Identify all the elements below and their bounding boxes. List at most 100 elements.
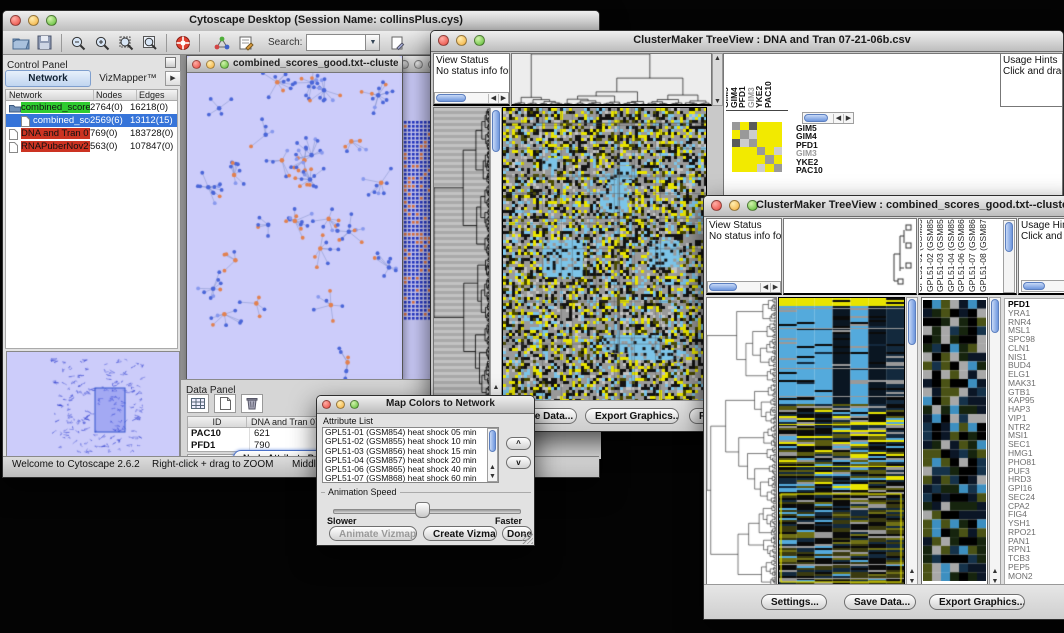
new-attribute-icon[interactable] (214, 394, 236, 413)
gene-label[interactable]: RPN1 (1008, 544, 1064, 553)
tv1-heatmap[interactable] (503, 108, 706, 402)
create-vizmap-button[interactable]: Create Vizmap (423, 526, 497, 541)
attribute-list[interactable]: GPL51-01 (GSM854) heat shock 05 minGPL51… (322, 427, 499, 483)
animate-vizmap-button[interactable]: Animate Vizmap (329, 526, 417, 541)
frame-close-button[interactable] (192, 60, 201, 69)
tab-network[interactable]: Network (5, 70, 91, 87)
gene-label[interactable]: KAP95 (1008, 395, 1064, 404)
gene-label[interactable]: GPI16 (1008, 483, 1064, 492)
gene-label[interactable]: TCB3 (1008, 553, 1064, 562)
gene-label[interactable]: PUF3 (1008, 466, 1064, 475)
resize-grip[interactable] (522, 533, 533, 544)
gene-label[interactable]: PAN1 (1008, 536, 1064, 545)
save-button[interactable] (33, 33, 57, 53)
close-button[interactable] (10, 15, 21, 26)
float-panel-icon[interactable] (165, 57, 176, 68)
cytoscape-titlebar[interactable]: Cytoscape Desktop (Session Name: collins… (3, 11, 599, 32)
gene-label[interactable]: FIG4 (1008, 509, 1064, 518)
tv1-export-graphics-button[interactable]: Export Graphics... (585, 408, 679, 424)
tv1-row-dendrogram[interactable] (434, 108, 489, 402)
tv2-collabel-vscrollbar[interactable] (1003, 220, 1015, 293)
gene-label[interactable]: YSH1 (1008, 518, 1064, 527)
gene-label[interactable]: MSI1 (1008, 430, 1064, 439)
tv2-global-vscrollbar[interactable]: ▲ ▼ (906, 297, 918, 587)
gene-label[interactable]: RNR4 (1008, 317, 1064, 326)
gene-label[interactable]: CLN1 (1008, 343, 1064, 352)
gene-label[interactable]: HAP3 (1008, 404, 1064, 413)
tv2-hints-hscrollbar[interactable] (1021, 280, 1064, 292)
search-dropdown-arrow[interactable]: ▼ (366, 34, 380, 51)
gene-label[interactable]: YRA1 (1008, 308, 1064, 317)
plugin-network-icon[interactable] (210, 33, 234, 53)
tv1-dendro-scroll-strip[interactable]: ▲▼ (712, 53, 723, 106)
tv2-global-heatmap[interactable] (779, 298, 904, 586)
gene-label[interactable]: MSL1 (1008, 325, 1064, 334)
network-overview-canvas[interactable] (7, 352, 177, 456)
attribute-list-item[interactable]: GPL51-07 (GSM868) heat shock 60 min (323, 474, 498, 483)
tv2-column-dendrogram-pane[interactable] (783, 218, 917, 295)
network-row[interactable]: combined_sco2569(6)13112(15) (6, 114, 177, 127)
move-down-button[interactable]: v (506, 456, 531, 469)
minimize-button[interactable] (336, 400, 345, 409)
network-frame-titlebar[interactable]: combined_scores_good.txt--cluste... (187, 56, 402, 73)
close-button[interactable] (711, 200, 722, 211)
network-row[interactable]: DNA and Tran 07769(0)183728(0) (6, 127, 177, 140)
speed-slider-thumb[interactable] (415, 502, 430, 518)
minimize-button[interactable] (28, 15, 39, 26)
dialog-titlebar[interactable]: Map Colors to Network (317, 396, 534, 414)
gene-label[interactable]: NIS1 (1008, 352, 1064, 361)
gene-label[interactable]: PEP5 (1008, 562, 1064, 571)
tv2-status-hscrollbar[interactable]: ◀ ▶ (707, 281, 781, 293)
tab-vizmapper[interactable]: VizMapper™ (93, 71, 163, 86)
gene-label[interactable]: CPA2 (1008, 501, 1064, 510)
network-overview-pane[interactable] (6, 351, 180, 459)
gene-label[interactable]: MAK31 (1008, 378, 1064, 387)
tv2-zoom-heatmap-pane[interactable] (921, 297, 988, 587)
gene-label[interactable]: VIP1 (1008, 413, 1064, 422)
delete-attribute-icon[interactable] (241, 394, 263, 413)
search-input[interactable] (306, 34, 366, 51)
gene-label[interactable]: GTB1 (1008, 387, 1064, 396)
gene-label[interactable]: SEC24 (1008, 492, 1064, 501)
treeview1-titlebar[interactable]: ClusterMaker TreeView : DNA and Tran 07-… (431, 31, 1063, 52)
tv2-zoom-heatmap[interactable] (923, 300, 986, 581)
tv2-column-dendrogram[interactable] (784, 219, 916, 294)
tv2-settings-button[interactable]: Settings... (761, 594, 827, 610)
treeview2-titlebar[interactable]: ClusterMaker TreeView : combined_scores_… (704, 196, 1064, 217)
network-frame-1[interactable]: combined_scores_good.txt--cluste... (186, 55, 403, 381)
minimize-button[interactable] (729, 200, 740, 211)
frame-zoom-button[interactable] (220, 60, 229, 69)
gene-label[interactable]: NTR2 (1008, 422, 1064, 431)
tv2-row-dendrogram[interactable] (707, 298, 776, 586)
gene-label[interactable]: SPC98 (1008, 334, 1064, 343)
minimize-button[interactable] (456, 35, 467, 46)
close-button[interactable] (322, 400, 331, 409)
frame-minimize-button[interactable] (206, 60, 215, 69)
annotation-icon[interactable] (234, 33, 258, 53)
gene-label[interactable]: HMG1 (1008, 448, 1064, 457)
tv1-vscrollbar[interactable]: ▲ ▼ (490, 107, 502, 403)
zoom-in-icon[interactable] (90, 33, 114, 53)
tv2-zoom-vscrollbar[interactable]: ▲ ▼ (989, 297, 1001, 587)
gene-label[interactable]: HRD3 (1008, 474, 1064, 483)
open-file-button[interactable] (9, 33, 33, 53)
network-row[interactable]: combined_scores2764(0)16218(0) (6, 101, 177, 114)
tab-overflow-arrow[interactable]: ▶ (165, 71, 181, 86)
zoom-button[interactable] (46, 15, 57, 26)
tv1-column-dendrogram[interactable] (512, 54, 711, 105)
gene-label[interactable]: SEC1 (1008, 439, 1064, 448)
gene-label[interactable]: PHO81 (1008, 457, 1064, 466)
gene-label[interactable]: ELG1 (1008, 369, 1064, 378)
close-button[interactable] (438, 35, 449, 46)
configure-search-icon[interactable] (386, 33, 410, 53)
tv1-heatmap-pane[interactable] (502, 107, 707, 403)
tv2-row-dendrogram-pane[interactable] (706, 297, 777, 587)
zoom-out-icon[interactable] (66, 33, 90, 53)
network-canvas-1[interactable] (187, 73, 400, 379)
tv2-global-heatmap-pane[interactable] (778, 297, 905, 587)
tv2-export-graphics-button[interactable]: Export Graphics... (929, 594, 1025, 610)
tv1-column-dendrogram-pane[interactable] (511, 53, 712, 106)
tv2-save-data-button[interactable]: Save Data... (844, 594, 916, 610)
move-up-button[interactable]: ^ (506, 437, 531, 450)
gene-label[interactable]: RPO21 (1008, 527, 1064, 536)
